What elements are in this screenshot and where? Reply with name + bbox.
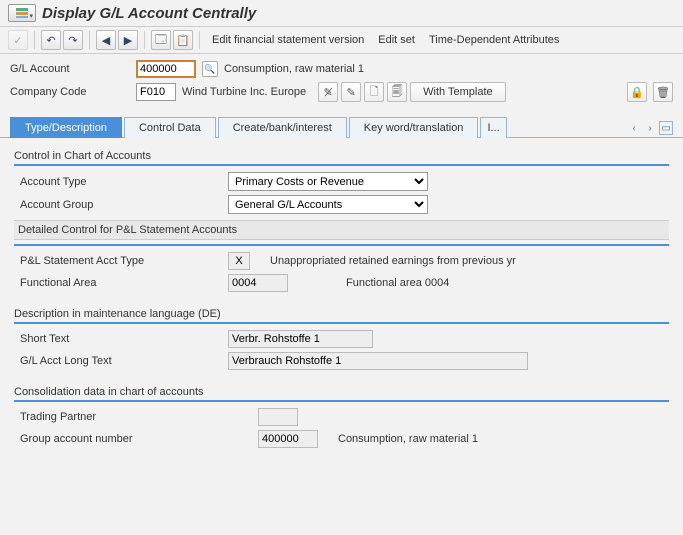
func-area-label: Functional Area [20, 277, 220, 289]
pl-type-desc: Unappropriated retained earnings from pr… [270, 255, 516, 267]
pl-type-input[interactable] [228, 252, 250, 270]
group-account-desc: Consumption, raw material 1 [338, 433, 478, 445]
gl-account-label: G/L Account [10, 63, 130, 75]
tab-list-icon[interactable]: ▭ [659, 121, 673, 135]
gl-account-input[interactable] [136, 60, 196, 78]
group-control-title: Control in Chart of Accounts [14, 150, 669, 166]
long-text-label: G/L Acct Long Text [20, 355, 220, 367]
search-help-icon[interactable]: 🔍 [202, 61, 218, 77]
tab-control-data[interactable]: Control Data [124, 117, 216, 138]
company-code-input[interactable] [136, 83, 176, 101]
group-consol-title: Consolidation data in chart of accounts [14, 386, 669, 402]
other-object-icon[interactable]: 📋 [173, 30, 193, 50]
group-desc-title: Description in maintenance language (DE) [14, 308, 669, 324]
tab-scroll-left-icon[interactable]: ‹ [627, 121, 641, 135]
short-text-label: Short Text [20, 333, 220, 345]
func-area-input[interactable] [228, 274, 288, 292]
long-text-input[interactable] [228, 352, 528, 370]
prev-icon[interactable]: ◀ [96, 30, 116, 50]
tab-overflow[interactable]: I... [480, 117, 506, 138]
pl-type-label: P&L Statement Acct Type [20, 255, 220, 267]
tab-keyword-translation[interactable]: Key word/translation [349, 117, 479, 138]
with-template-button[interactable]: With Template [410, 82, 506, 102]
account-type-select[interactable]: Primary Costs or Revenue [228, 172, 428, 191]
undo-icon[interactable]: ↶ [41, 30, 61, 50]
menu-icon[interactable] [8, 4, 36, 22]
edit-fs-link[interactable]: Edit financial statement version [206, 31, 370, 49]
time-dep-link[interactable]: Time-Dependent Attributes [423, 31, 565, 49]
delete-icon[interactable]: 🗑 [653, 82, 673, 102]
save-icon: ✓ [8, 30, 28, 50]
account-type-label: Account Type [20, 176, 220, 188]
trading-partner-input[interactable] [258, 408, 298, 426]
edit-icon[interactable]: ✎ [341, 82, 361, 102]
tab-scroll-right-icon[interactable]: › [643, 121, 657, 135]
group-account-input[interactable] [258, 430, 318, 448]
account-group-label: Account Group [20, 199, 220, 211]
redo-icon[interactable]: ↷ [63, 30, 83, 50]
edit-set-link[interactable]: Edit set [372, 31, 421, 49]
display-icon[interactable]: ✎̸ [318, 82, 338, 102]
tab-create-bank-interest[interactable]: Create/bank/interest [218, 117, 347, 138]
gl-account-desc: Consumption, raw material 1 [224, 63, 364, 75]
short-text-input[interactable] [228, 330, 373, 348]
func-area-desc: Functional area 0004 [346, 277, 449, 289]
company-code-label: Company Code [10, 86, 130, 98]
page-title: Display G/L Account Centrally [42, 5, 256, 22]
display-change-icon[interactable]: 🗔 [151, 30, 171, 50]
copy-icon[interactable]: 🗐 [387, 82, 407, 102]
group-account-label: Group account number [20, 433, 250, 445]
tab-type-description[interactable]: Type/Description [10, 117, 122, 138]
account-group-select[interactable]: General G/L Accounts [228, 195, 428, 214]
trading-partner-label: Trading Partner [20, 411, 250, 423]
company-code-desc: Wind Turbine Inc. Europe [182, 86, 306, 98]
lock-icon[interactable]: 🔒 [627, 82, 647, 102]
create-icon[interactable]: 🗋 [364, 82, 384, 102]
next-icon[interactable]: ▶ [118, 30, 138, 50]
subgroup-pl-title: Detailed Control for P&L Statement Accou… [14, 220, 669, 240]
